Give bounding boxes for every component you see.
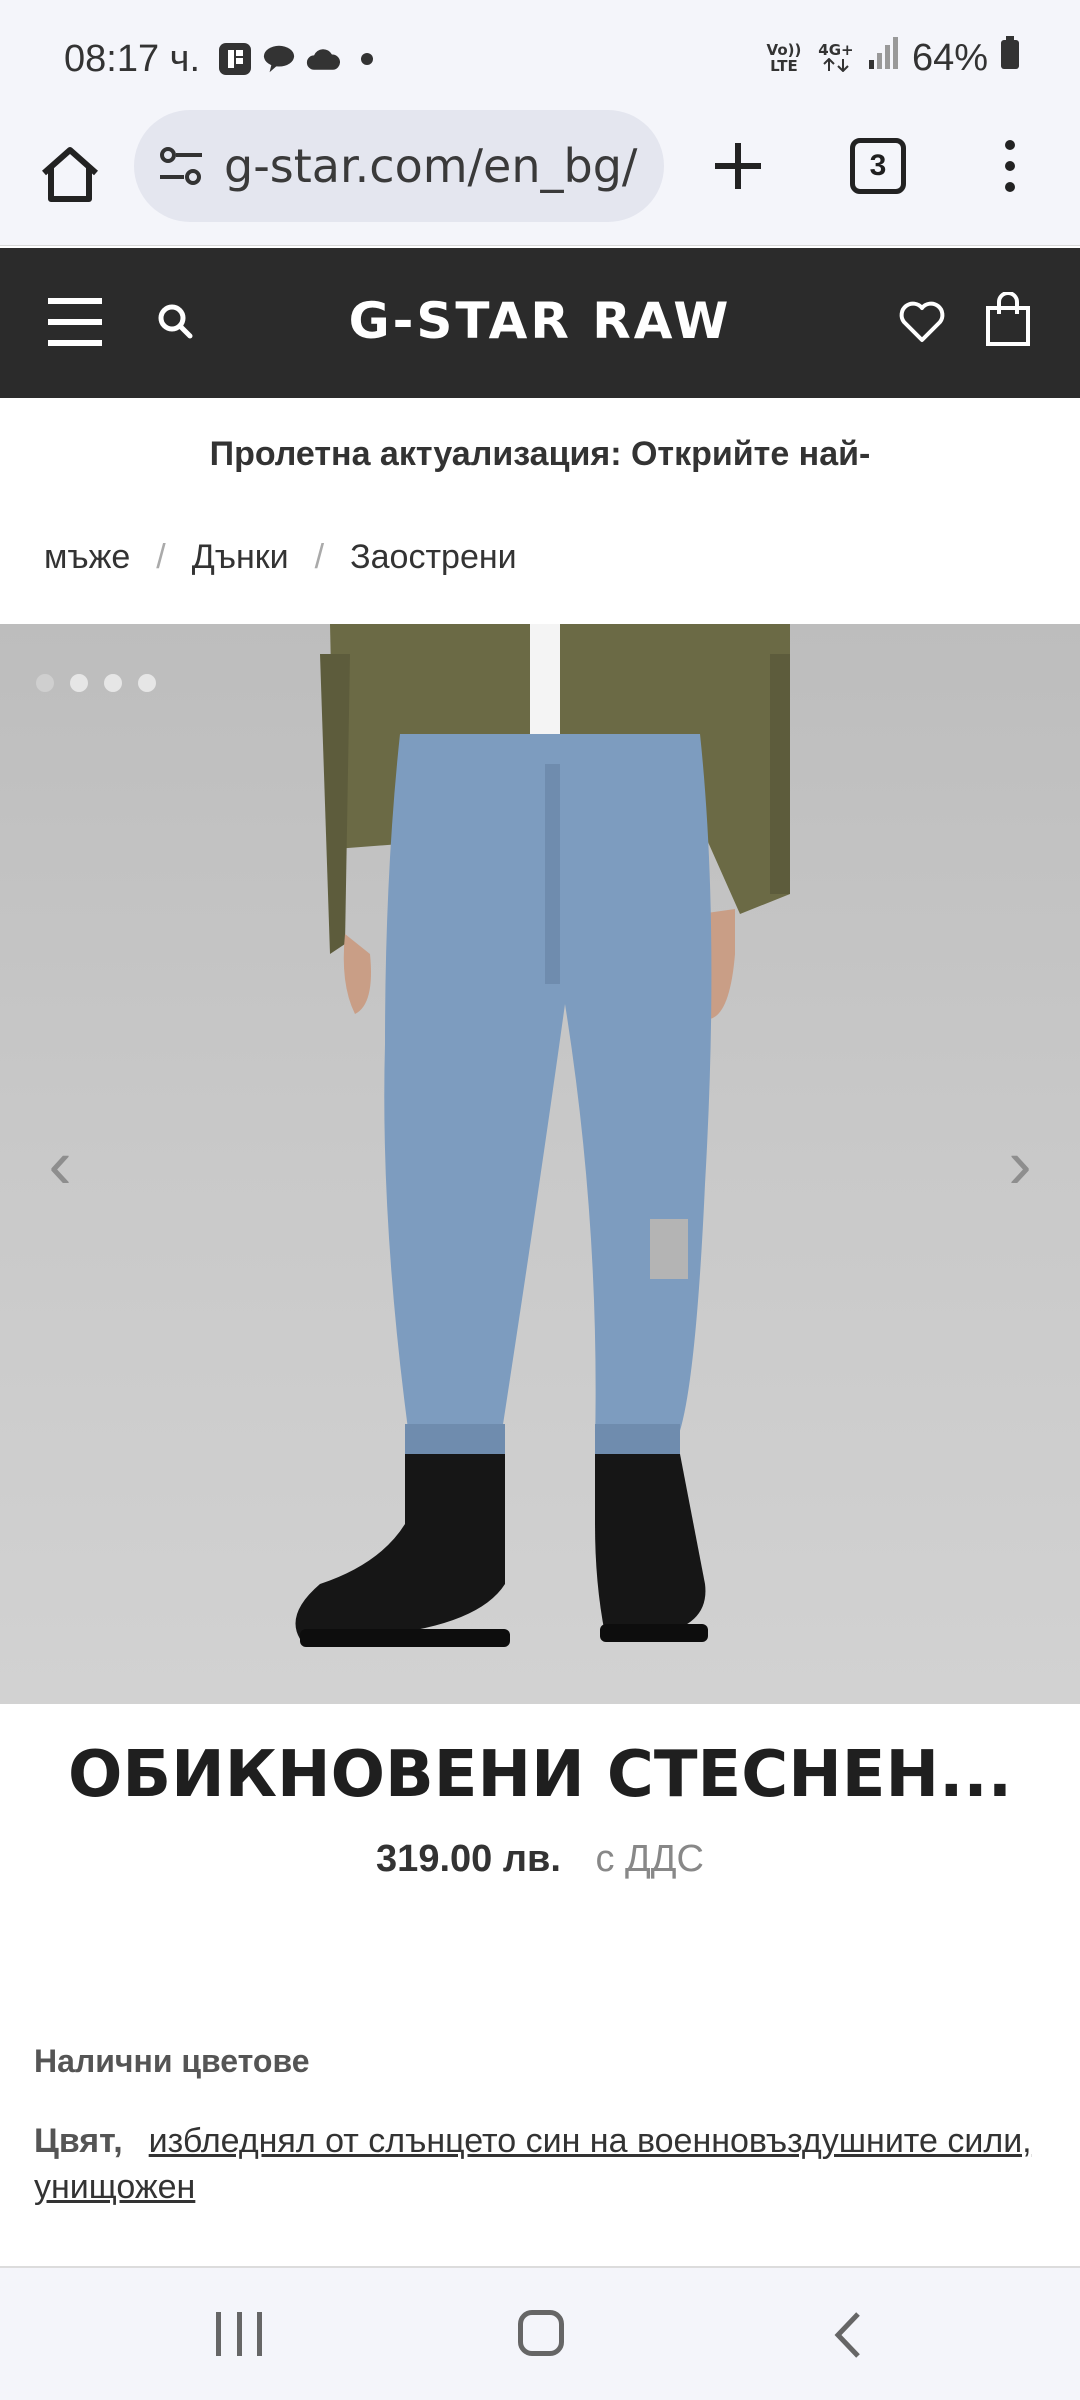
notification-icons (218, 42, 384, 76)
breadcrumb-separator: / (314, 538, 325, 576)
product-price: 319.00 лв. (376, 1838, 561, 1880)
gallery-pagination (36, 674, 156, 692)
site-settings-icon[interactable] (156, 141, 206, 191)
gallery-dot[interactable] (36, 674, 54, 692)
color-label: Цвят, (34, 2122, 123, 2160)
menu-dot (1005, 140, 1015, 150)
brand-logo[interactable]: G-STAR RAW (340, 292, 740, 350)
chat-icon (262, 42, 296, 76)
home-icon (42, 147, 98, 202)
gallery-prev-button[interactable]: ‹ (30, 1124, 90, 1204)
product-photo (295, 624, 790, 1647)
search-icon[interactable] (154, 300, 198, 344)
browser-toolbar: g-star.com/en_bg/ 3 (0, 110, 1080, 246)
url-text: g-star.com/en_bg/ (224, 139, 638, 193)
breadcrumb-item-men[interactable]: мъже (44, 538, 130, 577)
browser-menu-button[interactable] (990, 134, 1030, 198)
breadcrumb-item-jeans[interactable]: Дънки (192, 538, 289, 577)
promo-banner[interactable]: Пролетна актуализация: Открийте най- (0, 398, 1080, 510)
breadcrumb: мъже / Дънки / Заострени (44, 538, 517, 577)
product-image-gallery[interactable]: ‹ › (0, 624, 1080, 1704)
gallery-next-button[interactable]: › (990, 1124, 1050, 1204)
price-row: 319.00 лв. с ДДС (0, 1838, 1080, 1881)
status-right: Vo)) LTE 4G+ 64% (764, 36, 1020, 80)
gallery-dot[interactable] (70, 674, 88, 692)
status-time: 08:17 ч. (64, 38, 201, 80)
breadcrumb-item-tapered[interactable]: Заострени (350, 538, 517, 577)
site-header: G-STAR RAW (0, 248, 1080, 398)
menu-dot (1005, 182, 1015, 192)
tab-switcher-button[interactable]: 3 (850, 138, 906, 194)
network-type-indicator: 4G+ (816, 42, 856, 75)
app-notification-icon (218, 42, 252, 76)
volte-indicator: Vo)) LTE (766, 41, 802, 75)
nav-home-button[interactable] (518, 2310, 564, 2356)
menu-dot (1005, 161, 1015, 171)
cloud-icon (306, 42, 340, 76)
address-bar[interactable]: g-star.com/en_bg/ (134, 110, 664, 222)
breadcrumb-separator: / (156, 538, 166, 576)
network-type-label: 4G+ (818, 40, 854, 59)
shopping-bag-icon[interactable] (984, 292, 1032, 348)
battery-percent: 64% (911, 36, 988, 79)
selected-color: Цвят, избледнял от слънцето син на военно… (34, 2118, 1034, 2210)
battery-icon (1000, 36, 1020, 80)
heart-icon[interactable] (896, 296, 948, 348)
plus-icon (715, 143, 761, 189)
dot-icon (350, 42, 384, 76)
gallery-dot[interactable] (138, 674, 156, 692)
new-tab-button[interactable] (706, 134, 770, 198)
recent-apps-button[interactable] (216, 2312, 262, 2356)
back-icon[interactable] (826, 2310, 872, 2360)
gallery-dot[interactable] (104, 674, 122, 692)
product-title: ОБИКНОВЕНИ СТЕСНЕН... (67, 1738, 1013, 1812)
home-button[interactable] (34, 138, 106, 210)
menu-icon[interactable] (48, 298, 102, 346)
system-nav-bar (0, 2266, 1080, 2400)
available-colors-heading: Налични цветове (34, 2043, 310, 2079)
signal-icon (868, 36, 900, 80)
vat-note: с ДДС (595, 1838, 704, 1880)
color-value-link[interactable]: избледнял от слънцето син на военновъзду… (34, 2122, 1032, 2206)
status-bar: 08:17 ч. Vo)) LTE 4G+ 64% (0, 0, 1080, 110)
